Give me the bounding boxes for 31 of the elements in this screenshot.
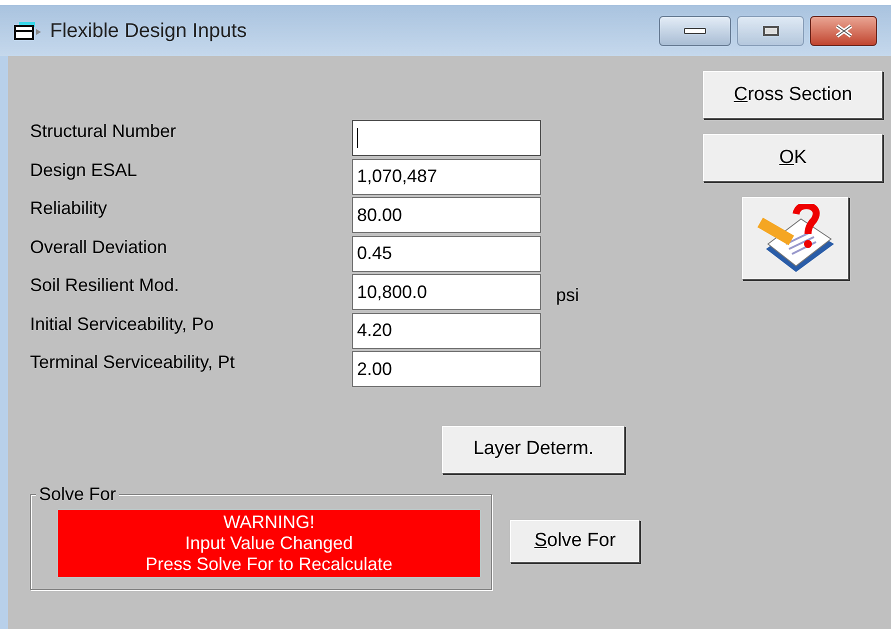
close-button[interactable] xyxy=(810,16,877,46)
maximize-button[interactable] xyxy=(737,16,804,46)
input-field[interactable] xyxy=(352,120,541,156)
text-cursor xyxy=(357,128,358,148)
field-label: Overall Deviation xyxy=(30,236,168,258)
close-icon xyxy=(834,24,854,38)
unit-label: psi xyxy=(556,284,580,307)
field-label: Reliability xyxy=(30,197,108,219)
warning-text: Input Value Changed xyxy=(185,532,353,554)
help-button[interactable] xyxy=(742,197,849,280)
field-label: Design ESAL xyxy=(30,158,138,180)
dialog-button[interactable]: Cross Section xyxy=(703,71,883,119)
minimize-button[interactable] xyxy=(659,16,731,46)
solve-for-button[interactable]: Solve For xyxy=(510,520,640,563)
window-app-icon xyxy=(14,20,42,40)
input-field[interactable]: 10,800.0 xyxy=(352,274,541,310)
input-field[interactable]: 0.45 xyxy=(352,236,541,272)
warning-text: WARNING! xyxy=(223,512,315,532)
field-label: Terminal Serviceability, Pt xyxy=(30,351,236,373)
field-label: Initial Serviceability, Po xyxy=(30,312,215,334)
field-label: Structural Number xyxy=(30,120,178,142)
input-field[interactable]: 80.00 xyxy=(352,197,541,233)
warning-text: Press Solve For to Recalculate xyxy=(145,554,393,574)
input-field[interactable]: 2.00 xyxy=(352,351,541,387)
dialog-button[interactable]: OK xyxy=(703,134,883,182)
input-field[interactable]: 4.20 xyxy=(352,312,541,348)
help-document-icon xyxy=(756,204,836,274)
field-label: Soil Resilient Mod. xyxy=(30,274,180,296)
window-title: Flexible Design Inputs xyxy=(50,18,247,44)
input-field[interactable]: 1,070,487 xyxy=(352,158,541,194)
layer-determ-button[interactable]: Layer Determ. xyxy=(442,426,625,474)
